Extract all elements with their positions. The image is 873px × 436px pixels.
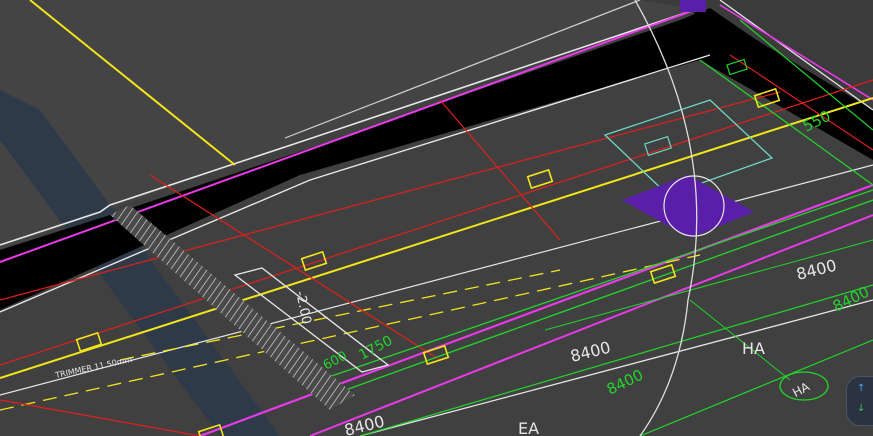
arrow-down-icon: ↓ — [857, 403, 866, 414]
navigation-widget[interactable]: ↑ 1 ↓ 0 — [846, 376, 873, 426]
nav-down-row[interactable]: ↓ 0 — [857, 403, 873, 414]
grid-label: HA — [742, 339, 765, 358]
cad-viewport[interactable]: 8400 8400 8400 8400 8400 550 1750 600 HA… — [0, 0, 873, 436]
grid-label: EA — [518, 419, 539, 436]
nav-up-row[interactable]: ↑ 1 — [857, 383, 873, 394]
drawing-canvas[interactable]: 8400 8400 8400 8400 8400 550 1750 600 HA… — [0, 0, 873, 436]
purple-corner-block — [680, 0, 706, 12]
arrow-up-icon: ↑ — [857, 383, 866, 394]
